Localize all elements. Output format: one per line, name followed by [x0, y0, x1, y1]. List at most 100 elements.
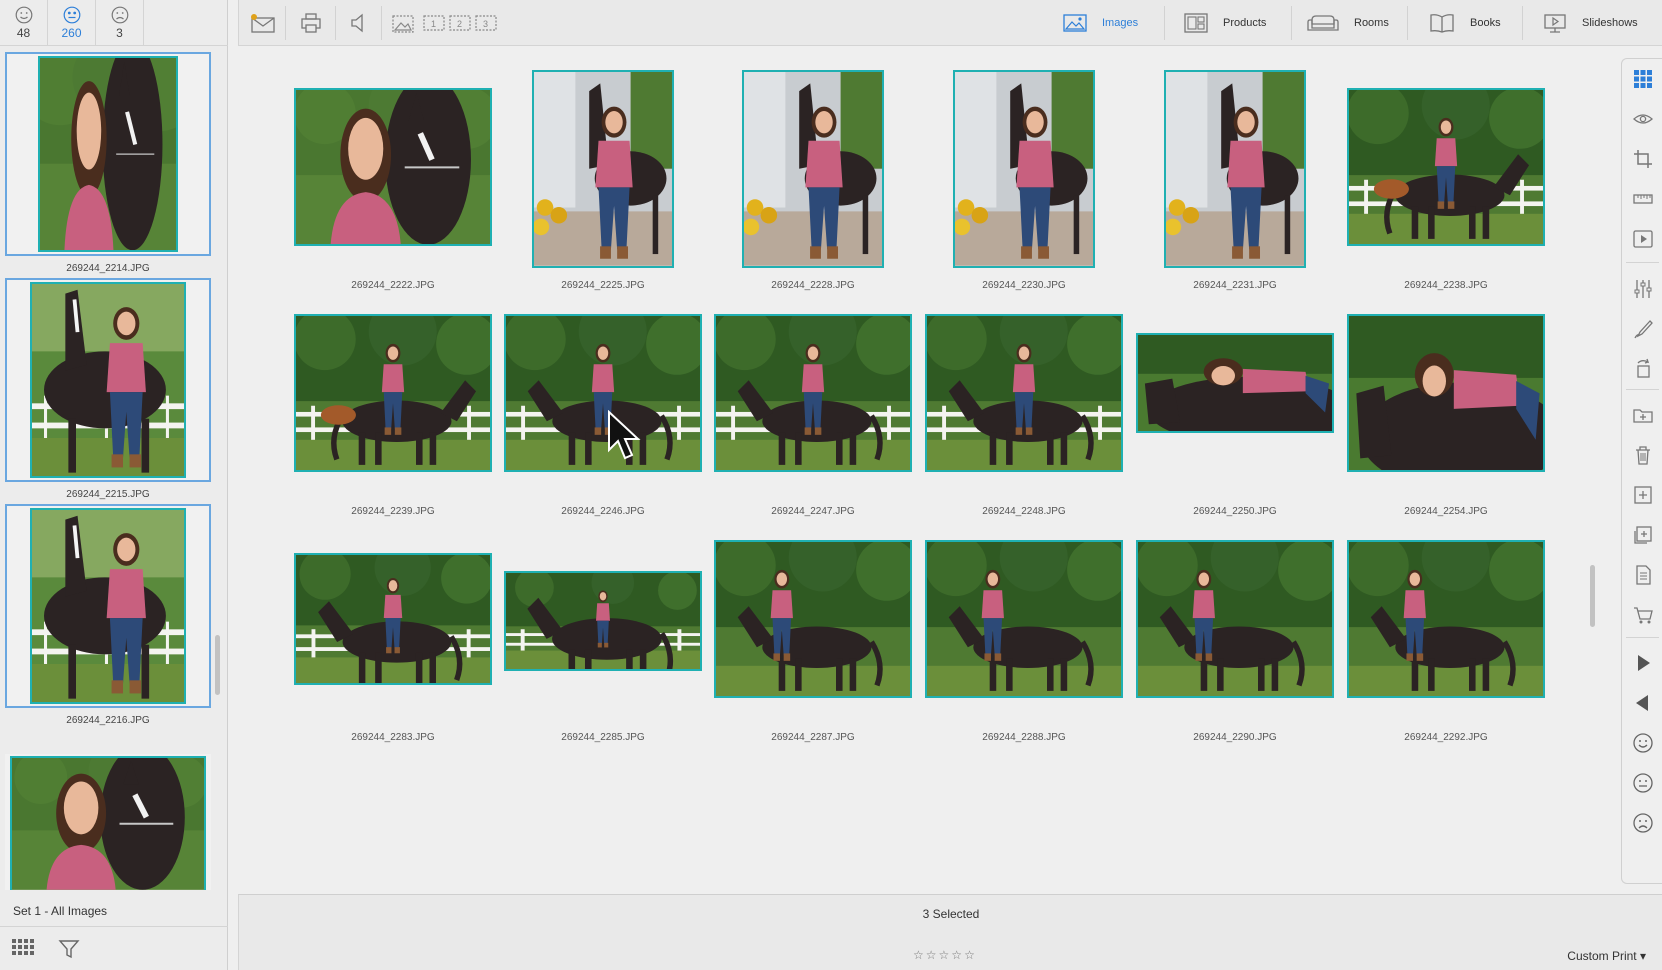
speaker-icon [351, 13, 363, 33]
filmstrip[interactable]: 269244_2214.JPG 269244_2215.JPG 269244_2… [0, 48, 214, 890]
grid-scrollbar[interactable] [1590, 565, 1595, 627]
photo [38, 56, 178, 252]
image-thumbnail[interactable] [294, 553, 492, 685]
layout-3-button[interactable]: 3 [473, 0, 499, 46]
crop-button[interactable] [1622, 139, 1662, 179]
image-filename: 269244_2239.JPG [351, 506, 435, 517]
image-thumbnail[interactable] [1347, 540, 1545, 698]
image-thumbnail[interactable] [294, 314, 492, 472]
prev-arrow-icon [1635, 695, 1648, 711]
filmstrip-thumbnail[interactable] [5, 754, 211, 890]
image-thumbnail[interactable] [294, 88, 492, 246]
email-button[interactable] [243, 0, 283, 46]
image-thumbnail[interactable] [925, 314, 1123, 472]
happy-face-button[interactable] [1622, 723, 1662, 763]
filmstrip-filename: 269244_2216.JPG [66, 715, 150, 726]
photo [30, 508, 186, 704]
cart-icon [1633, 607, 1653, 624]
filmstrip-item[interactable]: 269244_2214.JPG [5, 52, 211, 274]
image-thumbnail[interactable] [742, 70, 884, 268]
photo [716, 542, 910, 696]
prev-arrow-button[interactable] [1622, 683, 1662, 723]
neutral-face-button[interactable] [1622, 763, 1662, 803]
grid-view-button[interactable] [1622, 59, 1662, 99]
image-frame-icon [392, 15, 414, 33]
grid-dots-icon [12, 938, 34, 955]
filmstrip-thumbnail[interactable] [5, 504, 211, 708]
star-3[interactable]: ☆ [939, 949, 950, 961]
image-frame-button[interactable] [385, 0, 421, 46]
star-rating[interactable]: ☆ ☆ ☆ ☆ ☆ [913, 949, 975, 961]
image-thumbnail[interactable] [504, 314, 702, 472]
print-icon [301, 13, 321, 33]
photo [10, 756, 206, 890]
custom-print-dropdown[interactable]: Custom Print ▾ [1567, 949, 1646, 963]
rating-count-value: 260 [61, 26, 82, 40]
image-thumbnail[interactable] [925, 540, 1123, 698]
tab-products[interactable]: Products [1183, 0, 1266, 46]
photo [716, 316, 910, 470]
layout-2-button[interactable]: 2 [447, 0, 473, 46]
photo [1166, 72, 1304, 266]
sad-face-button[interactable] [1622, 803, 1662, 843]
import-button[interactable] [1622, 515, 1662, 555]
image-thumbnail[interactable] [1164, 70, 1306, 268]
filmstrip-thumbnail[interactable] [5, 52, 211, 256]
filmstrip-thumbnail[interactable] [5, 278, 211, 482]
image-thumbnail[interactable] [1136, 333, 1334, 433]
tab-images[interactable]: Images [1062, 0, 1138, 46]
grid-layout-button[interactable] [0, 927, 46, 970]
rating-count-sad[interactable]: 3 [96, 0, 144, 46]
filter-button[interactable] [46, 927, 92, 970]
print-button[interactable] [291, 0, 331, 46]
brush-button[interactable] [1622, 309, 1662, 349]
photo [506, 316, 700, 470]
image-filename: 269244_2247.JPG [771, 506, 855, 517]
adjustments-button[interactable] [1622, 269, 1662, 309]
add-folder-icon [1632, 409, 1653, 423]
play-box-button[interactable] [1622, 219, 1662, 259]
photo [1138, 335, 1332, 431]
svg-text:2: 2 [457, 19, 462, 29]
image-thumbnail[interactable] [953, 70, 1095, 268]
image-filename: 269244_2285.JPG [561, 732, 645, 743]
rotate-button[interactable] [1622, 349, 1662, 389]
image-thumbnail[interactable] [1347, 314, 1545, 472]
rating-count-happy[interactable]: 48 [0, 0, 48, 46]
star-4[interactable]: ☆ [951, 949, 962, 961]
audio-button[interactable] [339, 0, 379, 46]
filmstrip-filename: 269244_2215.JPG [66, 489, 150, 500]
image-thumbnail[interactable] [532, 70, 674, 268]
trash-button[interactable] [1622, 435, 1662, 475]
tab-books[interactable]: Books [1428, 0, 1501, 46]
star-1[interactable]: ☆ [913, 949, 924, 961]
image-thumbnail[interactable] [1136, 540, 1334, 698]
filmstrip-scrollbar[interactable] [215, 635, 220, 695]
image-filename: 269244_2287.JPG [771, 732, 855, 743]
image-thumbnail[interactable] [504, 571, 702, 671]
add-image-button[interactable] [1622, 475, 1662, 515]
image-thumbnail[interactable] [1347, 88, 1545, 246]
book-icon [1430, 14, 1454, 33]
star-5[interactable]: ☆ [964, 949, 975, 961]
layout-1-button[interactable]: 1 [421, 0, 447, 46]
next-arrow-button[interactable] [1622, 643, 1662, 683]
image-thumbnail[interactable] [714, 314, 912, 472]
filmstrip-item[interactable]: 269244_2216.JPG [5, 504, 211, 726]
tab-slideshows-label: Slideshows [1582, 17, 1638, 29]
tab-slideshows[interactable]: Slideshows [1542, 0, 1638, 46]
tab-rooms[interactable]: Rooms [1306, 0, 1389, 46]
image-thumbnail[interactable] [714, 540, 912, 698]
ruler-button[interactable] [1622, 179, 1662, 219]
document-button[interactable] [1622, 555, 1662, 595]
photo [1138, 542, 1332, 696]
add-folder-button[interactable] [1622, 395, 1662, 435]
rating-count-value: 3 [116, 26, 123, 40]
rating-count-neutral[interactable]: 260 [48, 0, 96, 46]
image-filename: 269244_2246.JPG [561, 506, 645, 517]
filmstrip-item[interactable]: 269244_2215.JPG [5, 278, 211, 500]
star-2[interactable]: ☆ [926, 949, 937, 961]
filmstrip-item[interactable] [5, 754, 211, 890]
eye-button[interactable] [1622, 99, 1662, 139]
cart-button[interactable] [1622, 595, 1662, 635]
